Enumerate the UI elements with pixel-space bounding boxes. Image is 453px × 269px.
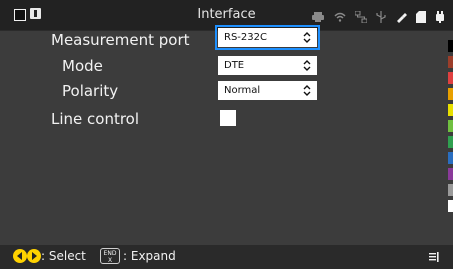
- color-swatch: [448, 200, 453, 212]
- wifi-icon: [334, 8, 346, 27]
- footer-bar: : Select END X : Expand: [0, 245, 453, 269]
- color-swatch: [448, 72, 453, 84]
- usb-icon: [376, 8, 386, 27]
- color-swatch: [448, 120, 453, 132]
- right-arrow-icon[interactable]: [27, 249, 41, 263]
- polarity-select[interactable]: Normal: [218, 81, 317, 100]
- mode-label: Mode: [62, 57, 103, 75]
- updown-chevron-icon: [303, 60, 311, 71]
- color-swatch: [448, 40, 453, 52]
- color-swatch: [448, 184, 453, 196]
- mode-select[interactable]: DTE: [218, 56, 317, 75]
- brush-icon: [395, 8, 407, 27]
- expand-hint: : Expand: [123, 249, 176, 263]
- color-swatch: [448, 168, 453, 180]
- status-icons: [308, 7, 445, 24]
- line-control-label: Line control: [51, 110, 140, 128]
- select-hint: : Select: [41, 249, 86, 263]
- sd-card-icon: [415, 8, 426, 27]
- color-swatch: [448, 56, 453, 68]
- polarity-label: Polarity: [62, 82, 119, 100]
- measurement-port-select[interactable]: RS-232C: [215, 25, 320, 50]
- color-swatch: [448, 152, 453, 164]
- updown-chevron-icon: [303, 32, 311, 43]
- line-control-checkbox[interactable]: [220, 110, 236, 126]
- measurement-port-label: Measurement port: [51, 31, 190, 49]
- measurement-port-value: RS-232C: [224, 32, 267, 43]
- color-swatch: [448, 136, 453, 148]
- printer-icon: [312, 8, 325, 27]
- power-icon: [435, 8, 445, 27]
- polarity-value: Normal: [224, 85, 261, 96]
- updown-chevron-icon: [303, 85, 311, 96]
- end-key-x: X: [107, 257, 113, 264]
- end-key-label: END: [103, 250, 117, 257]
- color-swatch: [448, 104, 453, 116]
- left-arrow-icon[interactable]: [13, 249, 27, 263]
- title-bar: Interface: [0, 0, 453, 31]
- mode-value: DTE: [224, 60, 245, 71]
- color-swatch-strip: [448, 40, 453, 216]
- end-key-icon[interactable]: END X: [100, 248, 120, 264]
- menu-lines-icon[interactable]: [429, 252, 439, 262]
- color-swatch: [448, 88, 453, 100]
- network-icon: [354, 8, 368, 27]
